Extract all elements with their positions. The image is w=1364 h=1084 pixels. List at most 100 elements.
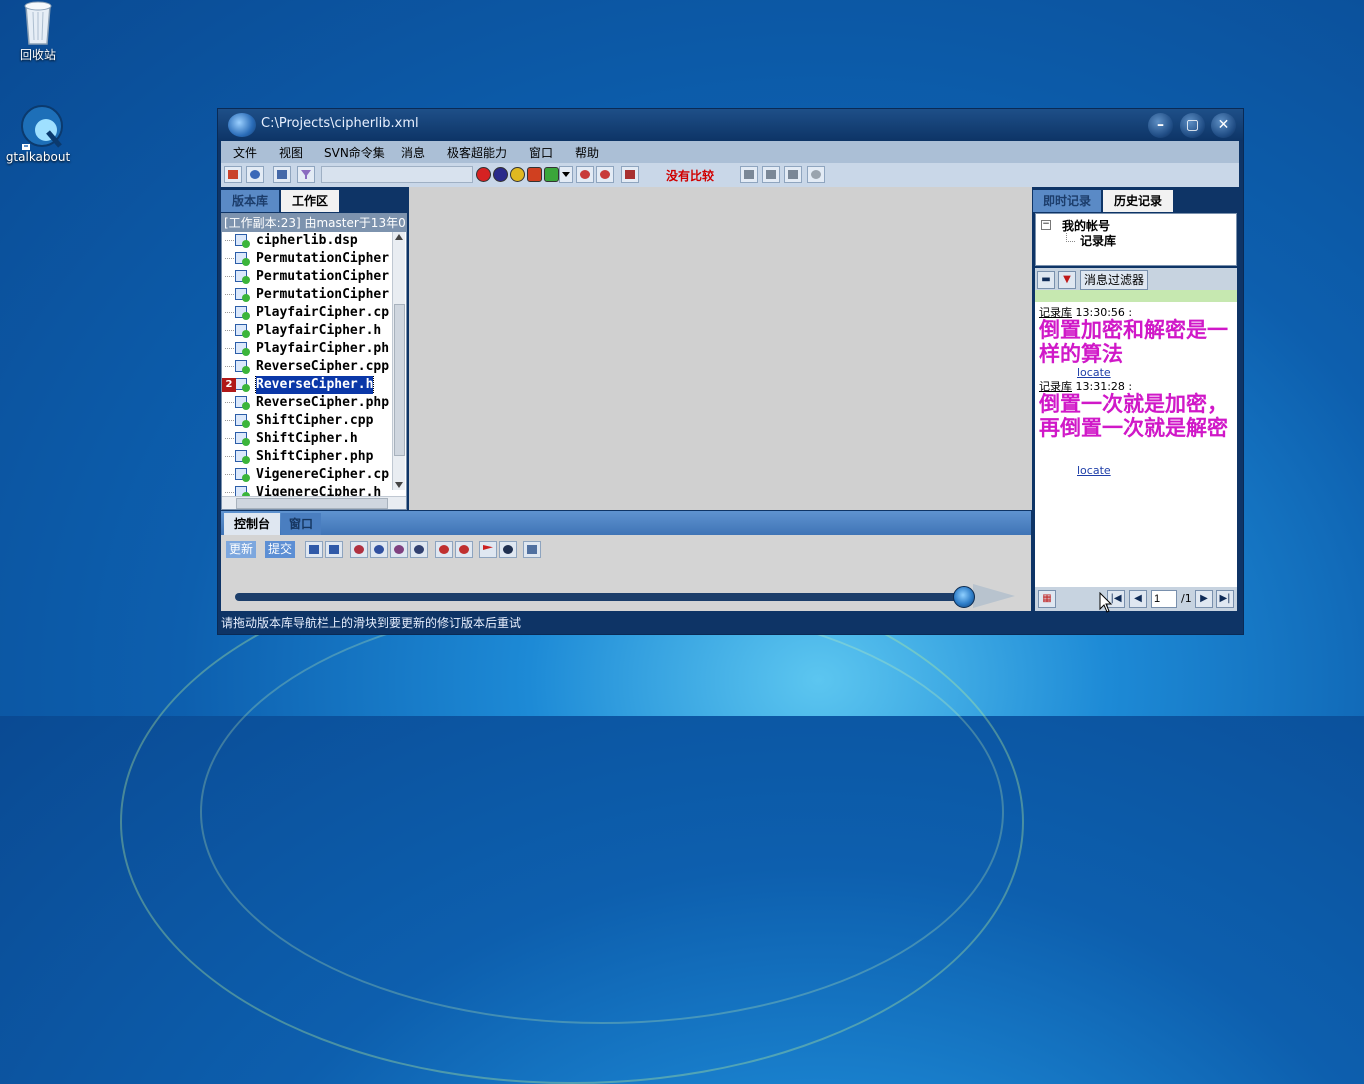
- file-name: ReverseCipher.h: [254, 376, 375, 394]
- menu-svn[interactable]: SVN命令集: [324, 144, 385, 161]
- path-box[interactable]: [321, 166, 473, 183]
- vertical-scrollbar[interactable]: [392, 232, 405, 490]
- diff-view-area[interactable]: [409, 187, 1032, 510]
- green-compare-icon[interactable]: [544, 167, 559, 182]
- locate-link[interactable]: locate: [1077, 464, 1111, 477]
- view-side-button[interactable]: [762, 166, 780, 183]
- open-folder-button[interactable]: [224, 166, 242, 183]
- commit-button[interactable]: 提交: [265, 541, 296, 558]
- calendar-button[interactable]: ▦: [1038, 590, 1056, 608]
- search-repo-button[interactable]: [246, 166, 264, 183]
- file-row[interactable]: ReverseCipher.h 2: [222, 376, 392, 394]
- file-row[interactable]: PlayfairCipher.cp: [222, 304, 392, 322]
- scroll-thumb[interactable]: [394, 304, 405, 456]
- tool-button-6[interactable]: [410, 541, 428, 558]
- tool-button-5[interactable]: [390, 541, 408, 558]
- file-row[interactable]: cipherlib.dsp: [222, 232, 392, 250]
- scroll-down-arrow[interactable]: [395, 482, 403, 488]
- tree-connector: [225, 492, 234, 493]
- versioned-check-icon: [242, 240, 250, 248]
- tab-workspace[interactable]: 工作区: [281, 190, 339, 212]
- title-bar[interactable]: C:\Projects\cipherlib.xml – ▢ ✕: [218, 109, 1243, 141]
- word-compare-icon[interactable]: [476, 167, 491, 182]
- desktop-icon-gtalkabout[interactable]: gtalkabout: [0, 104, 76, 164]
- message-filter-button[interactable]: 消息过滤器: [1080, 270, 1149, 290]
- tab-console[interactable]: 控制台: [224, 513, 280, 535]
- locate-button[interactable]: [596, 166, 614, 183]
- file-row[interactable]: ShiftCipher.php: [222, 448, 392, 466]
- menu-help[interactable]: 帮助: [575, 144, 599, 161]
- tool-button-2[interactable]: [325, 541, 343, 558]
- versioned-check-icon: [242, 438, 250, 446]
- yellow-compare-icon[interactable]: [510, 167, 525, 182]
- tree-connector: [225, 276, 234, 277]
- tool-button-8[interactable]: [455, 541, 473, 558]
- tab-instant-log[interactable]: 即时记录: [1033, 190, 1101, 212]
- file-row[interactable]: PlayfairCipher.h: [222, 322, 392, 340]
- message-tool-button[interactable]: ▬: [1037, 271, 1055, 289]
- update-button[interactable]: 更新: [226, 541, 257, 558]
- filter-button[interactable]: [297, 166, 315, 183]
- menu-window[interactable]: 窗口: [529, 144, 553, 161]
- file-row[interactable]: ShiftCipher.cpp: [222, 412, 392, 430]
- revision-slider-knob[interactable]: [953, 586, 975, 608]
- hscroll-thumb[interactable]: [236, 498, 388, 509]
- tool-button-11[interactable]: [523, 541, 541, 558]
- filmstrip-button[interactable]: [621, 166, 639, 183]
- tool-button-9[interactable]: [479, 541, 497, 558]
- search-red-icon: [580, 170, 590, 179]
- tab-window[interactable]: 窗口: [281, 513, 321, 535]
- file-row[interactable]: PermutationCipher: [222, 268, 392, 286]
- checkout-button[interactable]: [273, 166, 291, 183]
- find-button[interactable]: [576, 166, 594, 183]
- gtalkabout-label: gtalkabout: [5, 150, 71, 164]
- clear-filter-button[interactable]: ▼: [1058, 271, 1076, 289]
- tree-collapse-icon[interactable]: −: [1041, 220, 1051, 230]
- menu-file[interactable]: 文件: [233, 144, 257, 161]
- page-number-input[interactable]: [1151, 590, 1177, 608]
- file-row[interactable]: PermutationCipher: [222, 250, 392, 268]
- next-page-button[interactable]: ▶: [1195, 590, 1213, 608]
- desktop-icon-recycle-bin[interactable]: 回收站: [0, 0, 76, 63]
- last-page-button[interactable]: ▶|: [1216, 590, 1234, 608]
- close-button[interactable]: ✕: [1211, 113, 1236, 138]
- file-row[interactable]: PermutationCipher: [222, 286, 392, 304]
- tool-button-1[interactable]: [305, 541, 323, 558]
- tool-button-10[interactable]: [499, 541, 517, 558]
- tool-button-4[interactable]: [370, 541, 388, 558]
- maximize-button[interactable]: ▢: [1180, 113, 1205, 138]
- sphere-compare-icon[interactable]: [493, 167, 508, 182]
- left-tab-row: 版本库 工作区: [221, 188, 409, 212]
- window-title: C:\Projects\cipherlib.xml: [261, 116, 419, 131]
- last-page-icon: ▶|: [1219, 593, 1231, 604]
- slider-arrow-icon: [973, 584, 1015, 608]
- view-wide-button[interactable]: [740, 166, 758, 183]
- file-row[interactable]: ReverseCipher.cpp: [222, 358, 392, 376]
- menu-message[interactable]: 消息: [401, 144, 425, 161]
- view-stack-button[interactable]: [784, 166, 802, 183]
- scroll-up-arrow[interactable]: [395, 234, 403, 240]
- revision-slider-track[interactable]: [235, 593, 970, 601]
- tree-child-repo[interactable]: 记录库: [1080, 232, 1116, 249]
- file-row[interactable]: ReverseCipher.php: [222, 394, 392, 412]
- dropdown-arrow-button[interactable]: [559, 166, 573, 183]
- file-row[interactable]: ShiftCipher.h: [222, 430, 392, 448]
- menu-geek[interactable]: 极客超能力: [447, 144, 507, 161]
- versioned-check-icon: [242, 294, 250, 302]
- file-row[interactable]: VigenereCipher.cp: [222, 466, 392, 484]
- tool-button-7[interactable]: [435, 541, 453, 558]
- stack-icon: [788, 170, 798, 179]
- search-red-icon: [459, 545, 469, 554]
- minimize-button[interactable]: –: [1148, 113, 1173, 138]
- prev-page-button[interactable]: ◀: [1129, 590, 1147, 608]
- file-row[interactable]: PlayfairCipher.ph: [222, 340, 392, 358]
- tab-repository[interactable]: 版本库: [221, 190, 279, 212]
- horizontal-scrollbar[interactable]: [222, 496, 406, 509]
- menu-view[interactable]: 视图: [279, 144, 303, 161]
- refresh-view-button[interactable]: [807, 166, 825, 183]
- versioned-check-icon: [242, 366, 250, 374]
- red-compare-icon[interactable]: [527, 167, 542, 182]
- recycle-bin-label: 回收站: [19, 48, 56, 62]
- tab-history-log[interactable]: 历史记录: [1103, 190, 1173, 212]
- tool-button-3[interactable]: [350, 541, 368, 558]
